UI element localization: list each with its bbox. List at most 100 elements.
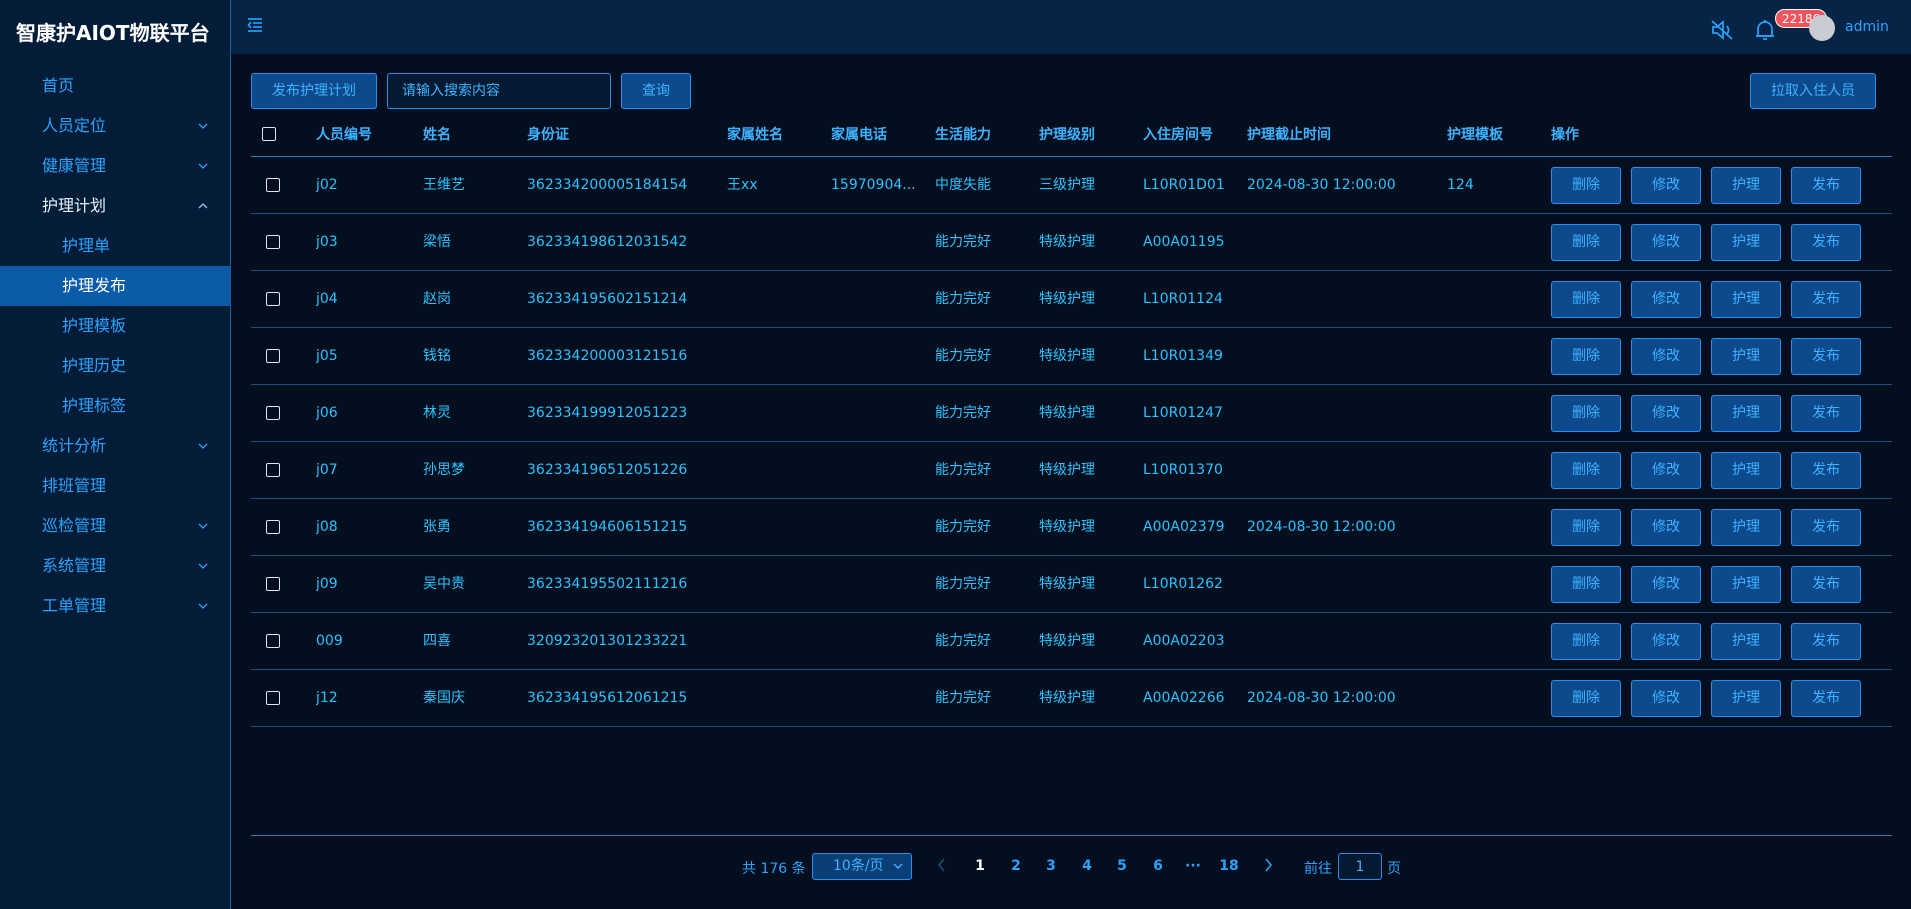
row-checkbox[interactable] <box>266 520 280 534</box>
search-input[interactable] <box>387 73 611 109</box>
avatar[interactable] <box>1809 15 1835 41</box>
cell-id: j12 <box>316 690 338 706</box>
publish-button[interactable]: 发布 <box>1791 509 1861 546</box>
sidebar-item-system-management[interactable]: 系统管理 <box>0 546 230 586</box>
publish-button[interactable]: 发布 <box>1791 566 1861 603</box>
delete-button[interactable]: 删除 <box>1551 509 1621 546</box>
sidebar-item-care-history[interactable]: 护理历史 <box>0 346 230 386</box>
edit-button[interactable]: 修改 <box>1631 395 1701 432</box>
page-size-select[interactable]: 10条/页 <box>812 853 912 880</box>
delete-button[interactable]: 删除 <box>1551 566 1621 603</box>
care-button[interactable]: 护理 <box>1711 395 1781 432</box>
page-number[interactable]: 2 <box>1004 858 1028 874</box>
chevron-down-icon <box>198 586 208 626</box>
delete-button[interactable]: 删除 <box>1551 281 1621 318</box>
publish-button[interactable]: 发布 <box>1791 167 1861 204</box>
row-checkbox[interactable] <box>266 235 280 249</box>
menu-collapse-icon[interactable] <box>247 17 265 37</box>
edit-button[interactable]: 修改 <box>1631 281 1701 318</box>
username[interactable]: admin <box>1845 19 1889 35</box>
select-all-checkbox[interactable] <box>262 127 276 141</box>
delete-button[interactable]: 删除 <box>1551 680 1621 717</box>
cell-care-level: 特级护理 <box>1039 348 1095 364</box>
delete-button[interactable]: 删除 <box>1551 338 1621 375</box>
sidebar-item-care-sheet[interactable]: 护理单 <box>0 226 230 266</box>
column-header-name: 姓名 <box>423 127 451 143</box>
sidebar-item-scheduling[interactable]: 排班管理 <box>0 466 230 506</box>
page-ellipsis[interactable]: ··· <box>1181 858 1205 874</box>
care-button[interactable]: 护理 <box>1711 281 1781 318</box>
edit-button[interactable]: 修改 <box>1631 452 1701 489</box>
sound-muted-icon[interactable] <box>1710 19 1734 45</box>
pull-residents-button[interactable]: 拉取入住人员 <box>1750 73 1876 109</box>
publish-button[interactable]: 发布 <box>1791 452 1861 489</box>
sidebar-item-inspection[interactable]: 巡检管理 <box>0 506 230 546</box>
row-checkbox[interactable] <box>266 691 280 705</box>
cell-room: A00A02266 <box>1143 690 1225 706</box>
column-header-idcard: 身份证 <box>527 127 569 143</box>
cell-ability: 能力完好 <box>935 462 991 478</box>
care-button[interactable]: 护理 <box>1711 680 1781 717</box>
bell-icon[interactable] <box>1754 18 1776 46</box>
page-number[interactable]: 5 <box>1110 858 1134 874</box>
row-checkbox[interactable] <box>266 292 280 306</box>
edit-button[interactable]: 修改 <box>1631 623 1701 660</box>
publish-button[interactable]: 发布 <box>1791 395 1861 432</box>
care-button[interactable]: 护理 <box>1711 623 1781 660</box>
edit-button[interactable]: 修改 <box>1631 224 1701 261</box>
sidebar-item-health-management[interactable]: 健康管理 <box>0 146 230 186</box>
row-checkbox[interactable] <box>266 349 280 363</box>
cell-deadline: 2024-08-30 12:00:00 <box>1247 519 1396 535</box>
delete-button[interactable]: 删除 <box>1551 623 1621 660</box>
edit-button[interactable]: 修改 <box>1631 167 1701 204</box>
edit-button[interactable]: 修改 <box>1631 566 1701 603</box>
delete-button[interactable]: 删除 <box>1551 224 1621 261</box>
next-page-icon[interactable] <box>1256 858 1280 876</box>
page-number[interactable]: 18 <box>1217 858 1241 874</box>
page-number[interactable]: 1 <box>968 858 992 874</box>
publish-button[interactable]: 发布 <box>1791 338 1861 375</box>
sidebar-item-care-tags[interactable]: 护理标签 <box>0 386 230 426</box>
delete-button[interactable]: 删除 <box>1551 167 1621 204</box>
care-button[interactable]: 护理 <box>1711 566 1781 603</box>
cell-room: L10R01247 <box>1143 405 1223 421</box>
publish-button[interactable]: 发布 <box>1791 224 1861 261</box>
row-checkbox[interactable] <box>266 634 280 648</box>
sidebar-item-care-plan[interactable]: 护理计划 <box>0 186 230 226</box>
delete-button[interactable]: 删除 <box>1551 395 1621 432</box>
care-button[interactable]: 护理 <box>1711 509 1781 546</box>
cell-room: A00A01195 <box>1143 234 1225 250</box>
query-button[interactable]: 查询 <box>621 73 691 109</box>
delete-button[interactable]: 删除 <box>1551 452 1621 489</box>
page-number[interactable]: 4 <box>1075 858 1099 874</box>
care-button[interactable]: 护理 <box>1711 452 1781 489</box>
sidebar-item-statistics[interactable]: 统计分析 <box>0 426 230 466</box>
care-button[interactable]: 护理 <box>1711 224 1781 261</box>
sidebar: 智康护AIOT物联平台 首页 人员定位 健康管理 护理计划 护理单 护理发布 护理模板 护理历… <box>0 0 231 909</box>
edit-button[interactable]: 修改 <box>1631 338 1701 375</box>
publish-button[interactable]: 发布 <box>1791 680 1861 717</box>
row-checkbox[interactable] <box>266 406 280 420</box>
sidebar-item-care-publish[interactable]: 护理发布 <box>0 266 230 306</box>
goto-page-input[interactable] <box>1338 853 1382 880</box>
publish-plan-button[interactable]: 发布护理计划 <box>251 73 377 109</box>
prev-page-icon[interactable] <box>930 858 954 876</box>
page-number[interactable]: 3 <box>1039 858 1063 874</box>
edit-button[interactable]: 修改 <box>1631 680 1701 717</box>
care-button[interactable]: 护理 <box>1711 338 1781 375</box>
table-row: j03 梁悟 362334198612031542 能力完好 特级护理 A00A01195… <box>251 214 1892 271</box>
table-row: j12 秦国庆 362334195612061215 能力完好 特级护理 A00A0226… <box>251 670 1892 727</box>
row-checkbox[interactable] <box>266 463 280 477</box>
sidebar-item-work-order[interactable]: 工单管理 <box>0 586 230 626</box>
cell-template: 124 <box>1447 177 1474 193</box>
care-button[interactable]: 护理 <box>1711 167 1781 204</box>
page-number[interactable]: 6 <box>1146 858 1170 874</box>
row-checkbox[interactable] <box>266 577 280 591</box>
sidebar-item-personnel-location[interactable]: 人员定位 <box>0 106 230 146</box>
publish-button[interactable]: 发布 <box>1791 623 1861 660</box>
publish-button[interactable]: 发布 <box>1791 281 1861 318</box>
edit-button[interactable]: 修改 <box>1631 509 1701 546</box>
row-checkbox[interactable] <box>266 178 280 192</box>
sidebar-item-home[interactable]: 首页 <box>0 66 230 106</box>
sidebar-item-care-template[interactable]: 护理模板 <box>0 306 230 346</box>
